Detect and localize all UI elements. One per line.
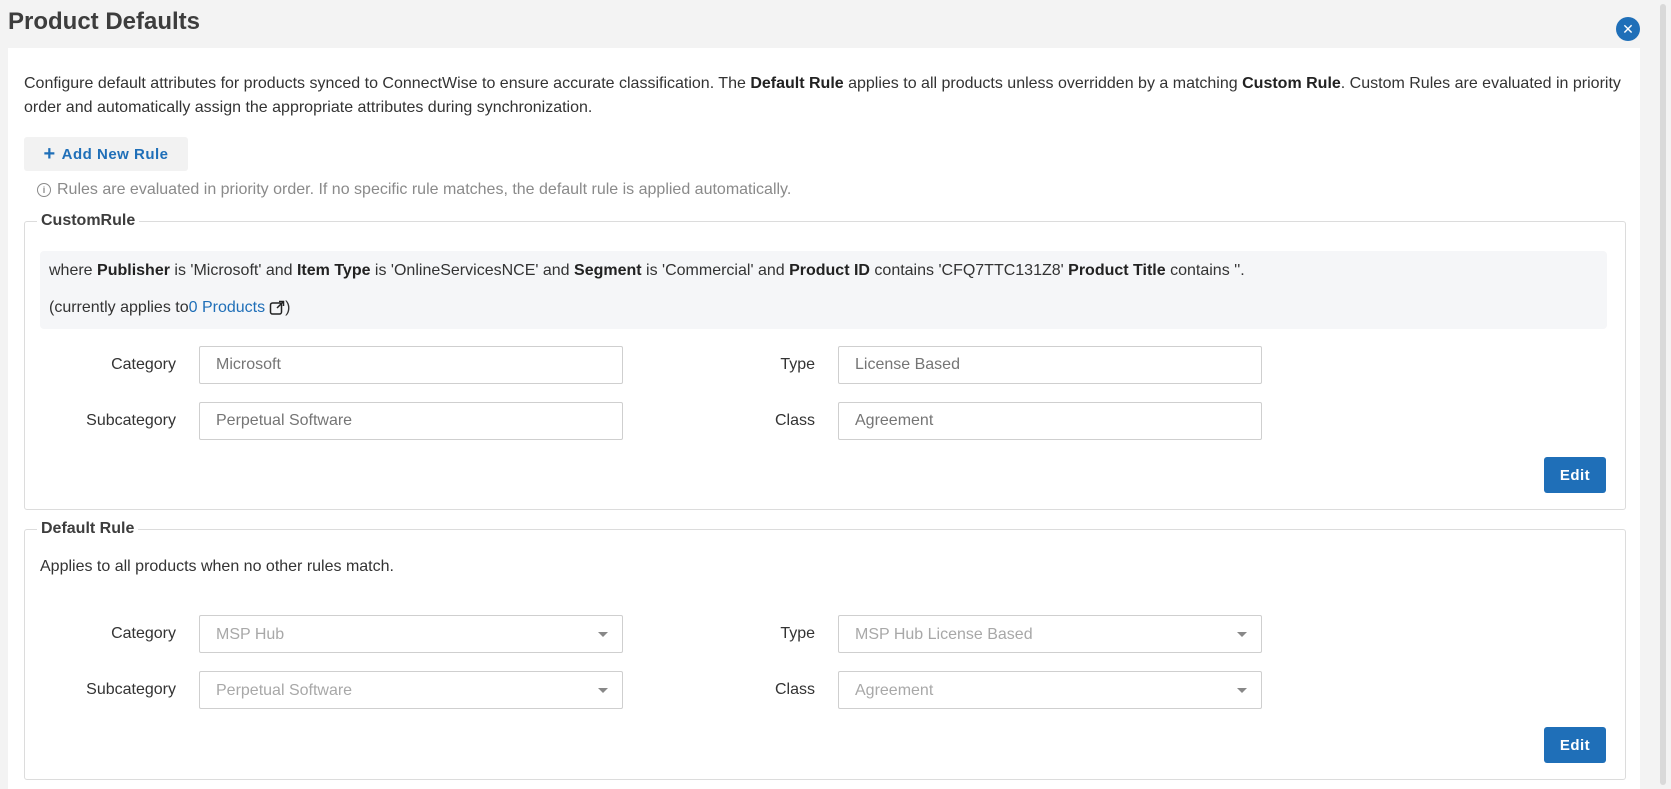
- default-rule-legend: Default Rule: [41, 520, 135, 537]
- default-subcategory-select[interactable]: Perpetual Software: [199, 671, 623, 709]
- chevron-down-icon: [598, 688, 608, 693]
- default-subcategory-label: Subcategory: [86, 681, 176, 698]
- custom-rule-condition: where Publisher is 'Microsoft' and Item …: [40, 251, 1607, 329]
- default-class-label: Class: [774, 681, 815, 698]
- page-description: Configure default attributes for product…: [24, 75, 1621, 116]
- scrollbar-thumb[interactable]: [1660, 4, 1666, 785]
- plus-icon: +: [43, 143, 56, 165]
- custom-rule-legend: CustomRule: [41, 212, 136, 229]
- info-icon: i: [37, 183, 51, 197]
- default-rule-edit-button[interactable]: Edit: [1544, 727, 1606, 763]
- external-link-icon[interactable]: [269, 300, 285, 316]
- close-button[interactable]: ✕: [1616, 17, 1640, 41]
- default-category-select[interactable]: MSP Hub: [199, 615, 623, 653]
- page-title: Product Defaults: [8, 8, 201, 35]
- custom-type-label: Type: [780, 356, 815, 373]
- default-rule-description: Applies to all products when no other ru…: [40, 558, 394, 575]
- default-type-select[interactable]: MSP Hub License Based: [838, 615, 1262, 653]
- condition-text: where Publisher is 'Microsoft' and Item …: [49, 262, 1245, 279]
- custom-category-label: Category: [111, 356, 176, 373]
- custom-subcategory-input[interactable]: [199, 402, 623, 440]
- add-new-rule-button[interactable]: + Add New Rule: [24, 137, 188, 171]
- custom-class-input[interactable]: [838, 402, 1262, 440]
- chevron-down-icon: [598, 632, 608, 637]
- chevron-down-icon: [1237, 632, 1247, 637]
- custom-rule-edit-button[interactable]: Edit: [1544, 457, 1606, 493]
- products-link[interactable]: 0 Products: [189, 296, 265, 320]
- applies-to-text: (currently applies to 0 Products ): [49, 296, 290, 320]
- custom-subcategory-label: Subcategory: [86, 412, 176, 429]
- default-class-select[interactable]: Agreement: [838, 671, 1262, 709]
- priority-hint: i Rules are evaluated in priority order.…: [37, 181, 791, 199]
- custom-category-input[interactable]: [199, 346, 623, 384]
- custom-class-label: Class: [774, 412, 815, 429]
- default-category-label: Category: [111, 625, 176, 642]
- close-icon: ✕: [1622, 21, 1634, 37]
- add-new-rule-label: Add New Rule: [61, 145, 169, 163]
- priority-hint-text: Rules are evaluated in priority order. I…: [57, 181, 792, 198]
- default-type-label: Type: [780, 625, 815, 642]
- chevron-down-icon: [1237, 688, 1247, 693]
- custom-type-input[interactable]: [838, 346, 1262, 384]
